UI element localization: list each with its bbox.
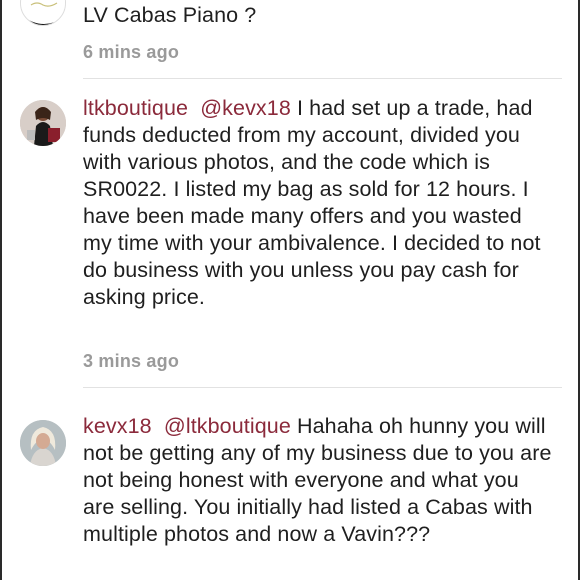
comment-text: kevx18 @ltkboutique Hahaha oh hunny you … [83,413,553,548]
comment-message: I had set up a trade, had funds deducted… [83,96,541,309]
timestamp: 6 mins ago [83,42,180,62]
avatar[interactable] [20,100,66,146]
boutique-logo-avatar-icon [21,0,65,25]
comment-username[interactable]: kevx18 [83,414,152,438]
comment-mention[interactable]: @kevx18 [200,96,291,120]
comment-message: Hahaha oh hunny you will not be getting … [83,414,552,546]
user-photo-icon [20,100,66,146]
screen-edge-left [0,0,2,580]
avatar[interactable] [20,0,66,26]
user-photo-icon [20,420,66,466]
divider [83,387,562,388]
comment-mention[interactable]: @ltkboutique [164,414,291,438]
comment-message: LV Cabas Piano ? [83,3,257,27]
comment-text: ltkboutique @kevx18 I had set up a trade… [83,95,553,311]
timestamp: 3 mins ago [83,351,180,371]
avatar[interactable] [20,420,66,466]
divider [83,78,562,79]
comment-text: LV Cabas Piano ? [83,2,553,29]
comment-username[interactable]: ltkboutique [83,96,188,120]
